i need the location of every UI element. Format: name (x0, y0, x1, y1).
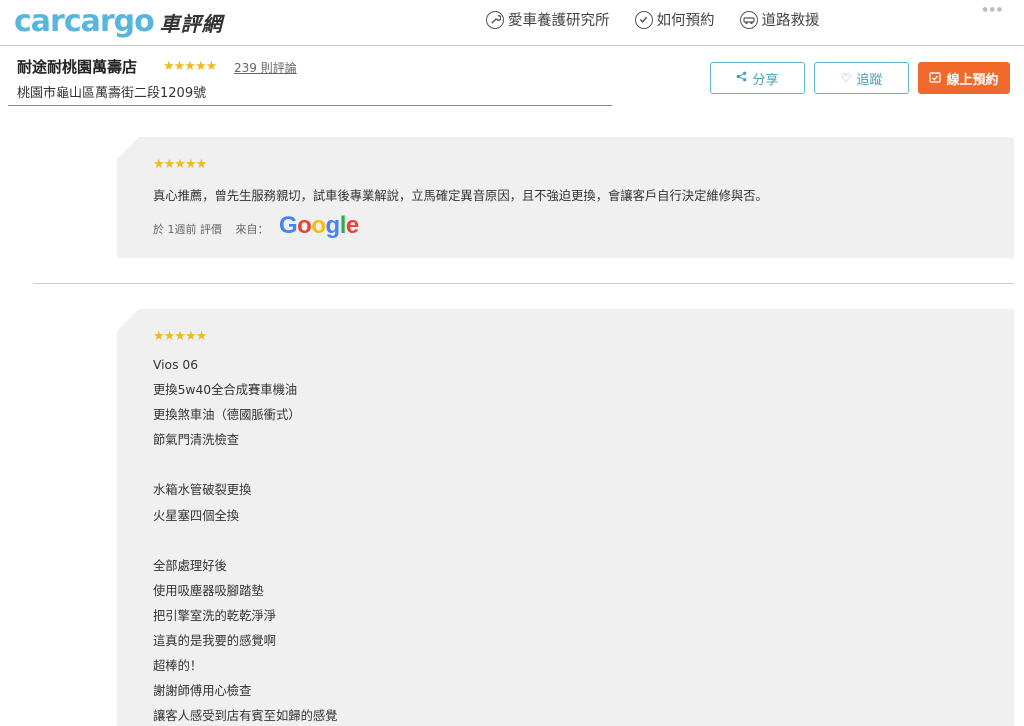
nav-link-label: 如何預約 (656, 13, 715, 29)
review-line: 使用吸塵器吸腳踏墊 (153, 583, 264, 598)
calendar-check-icon (929, 71, 942, 86)
heart-icon: ♡ (840, 71, 852, 85)
carcargo-logo[interactable]: carcargo 車評網 (14, 6, 223, 38)
nav-link-how-to-book[interactable]: 如何預約 (634, 9, 715, 30)
share-label: 分享 (752, 72, 779, 88)
wrench-icon (486, 10, 504, 29)
review-source-label: 來自： (235, 223, 269, 236)
logo-chinese: 車評網 (159, 11, 223, 36)
review-rating-stars: ★★★★★ (153, 157, 207, 172)
shop-name: 耐途耐桃園萬壽店 (17, 58, 138, 76)
review-line: 把引擎室洗的乾乾淨淨 (153, 608, 276, 623)
tow-truck-icon (739, 10, 758, 29)
review-meta: 於 1週前 評價 來自： (153, 221, 269, 237)
review-line: 節氣門清洗檢查 (153, 433, 240, 448)
nav-link-label: 道路救援 (761, 13, 820, 29)
shop-header-divider (8, 105, 612, 106)
review-line: 水箱水管破裂更換 (153, 483, 252, 498)
review-text: Vios 06 更換5w40全合成賽車機油 更換煞車油（德國脈衝式） 節氣門清洗… (153, 355, 337, 726)
review-rating-stars: ★★★★★ (153, 329, 207, 344)
review-line: 火星塞四個全換 (153, 508, 240, 523)
review-line (153, 531, 337, 556)
review-line: 全部處理好後 (153, 558, 227, 573)
review-card: ★★★★★ Vios 06 更換5w40全合成賽車機油 更換煞車油（德國脈衝式）… (117, 309, 1014, 726)
nav-link-car-care-lab[interactable]: 愛車養護研究所 (486, 9, 610, 30)
review-line: 謝謝師傅用心檢查 (153, 684, 252, 699)
review-line: Vios 06 (153, 358, 199, 372)
nav-link-road-rescue[interactable]: 道路救援 (739, 9, 820, 30)
review-card: ★★★★★ 真心推薦，曾先生服務親切，試車後專業解說，立馬確定異音原因，且不強迫… (117, 137, 1014, 258)
review-time: 於 1週前 評價 (153, 223, 222, 236)
shop-rating-stars: ★★★★★ (163, 59, 217, 74)
share-button[interactable]: 分享 (710, 62, 805, 94)
review-text: 真心推薦，曾先生服務親切，試車後專業解說，立馬確定異音原因，且不強迫更換，會讓客… (153, 189, 768, 203)
logo-wordmark: carcargo (14, 4, 155, 39)
more-dots-icon[interactable]: ● ● ● (982, 6, 1002, 13)
book-online-label: 線上預約 (946, 72, 999, 88)
follow-label: 追蹤 (856, 72, 883, 88)
review-line: 這真的是我要的感覺啊 (153, 634, 276, 649)
share-icon (736, 71, 747, 85)
check-circle-icon (634, 10, 653, 29)
review-line: 更換5w40全合成賽車機油 (153, 383, 298, 398)
review-line (153, 455, 337, 480)
google-logo: Google (279, 212, 359, 239)
shop-address: 桃園市龜山區萬壽街二段1209號 (17, 86, 207, 101)
follow-button[interactable]: ♡ 追蹤 (814, 62, 909, 94)
review-line: 更換煞車油（德國脈衝式） (153, 408, 301, 423)
review-line: 超棒的！ (153, 659, 203, 674)
nav-link-label: 愛車養護研究所 (508, 13, 610, 29)
review-divider (33, 283, 1014, 284)
book-online-button[interactable]: 線上預約 (918, 62, 1010, 94)
nav-links: 愛車養護研究所 如何預約 道路救援 (486, 9, 845, 30)
review-count-link[interactable]: 239 則評論 (234, 59, 297, 76)
top-navbar: carcargo 車評網 愛車養護研究所 如何預約 道路救援 ● ● ● (0, 0, 1024, 46)
review-line: 讓客人感受到店有賓至如歸的感覺 (153, 709, 338, 724)
